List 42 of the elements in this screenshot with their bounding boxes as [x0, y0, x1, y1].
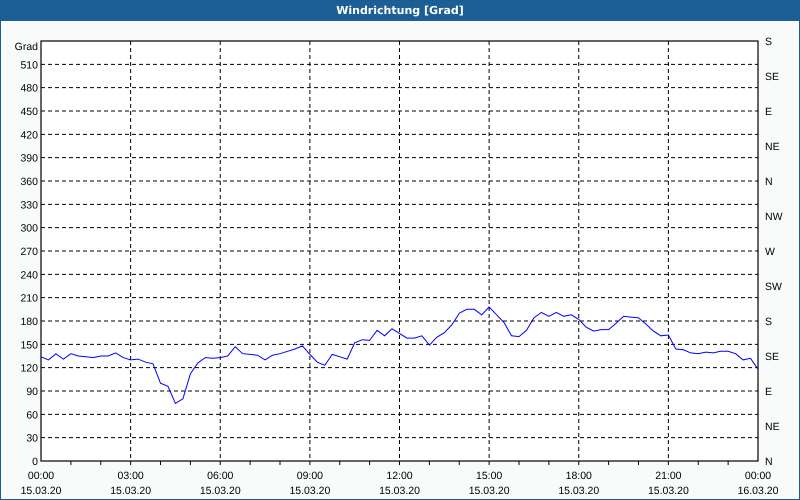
axis-tick-label: 00:00 15.03.20: [20, 470, 62, 497]
compass-label: SE: [765, 71, 780, 83]
axis-tick-label: 330: [20, 199, 38, 212]
axis-tick-label: 150: [20, 339, 38, 352]
compass-label: E: [765, 386, 772, 398]
axis-tick-label: 300: [20, 222, 38, 235]
axis-tick-label: 18:00 15.03.20: [558, 470, 600, 497]
axis-tick-label: 480: [20, 82, 38, 95]
compass-label: NE: [765, 141, 780, 153]
compass-label: N: [765, 176, 773, 188]
axis-tick-label: 0: [32, 456, 38, 468]
axis-tick-label: 30: [26, 432, 38, 445]
axis-tick-label: 09:00 15.03.20: [289, 470, 330, 497]
axis-tick-label: 510: [20, 59, 38, 72]
axis-tick-label: 15:00 15.03.20: [468, 470, 510, 497]
compass-label: S: [765, 316, 772, 328]
axis-title: Grad: [14, 41, 38, 53]
axis-tick-label: 120: [20, 362, 38, 375]
compass-label: N: [765, 456, 773, 468]
axis-tick-label: 12:00 15.03.20: [379, 470, 420, 497]
axis-tick-label: 240: [20, 269, 38, 282]
axis-tick-label: 360: [20, 176, 38, 188]
compass-label: S: [765, 36, 772, 48]
axis-tick-label: 180: [20, 316, 38, 328]
axis-tick-label: 450: [20, 106, 38, 118]
axis-tick-label: 90: [26, 386, 38, 398]
compass-label: NE: [765, 421, 780, 433]
compass-label: NW: [765, 211, 782, 223]
axis-tick-label: 210: [20, 292, 38, 305]
compass-label: SE: [765, 351, 780, 363]
compass-label: W: [765, 246, 775, 258]
axis-tick-label: 390: [20, 152, 38, 165]
axis-tick-label: 03:00 15.03.20: [110, 470, 152, 497]
axis-tick-label: 21:00 15.03.20: [648, 470, 689, 497]
window-title: Windrichtung [Grad]: [1, 1, 799, 21]
axis-tick-label: 420: [20, 129, 38, 142]
compass-label: SW: [765, 281, 782, 293]
axis-tick-label: 60: [26, 409, 38, 422]
axis-tick-label: 06:00 15.03.20: [200, 470, 241, 497]
compass-label: E: [765, 106, 772, 118]
axis-tick-label: 00:00 16.03.20: [738, 470, 778, 497]
axis-tick-label: 270: [20, 246, 38, 258]
